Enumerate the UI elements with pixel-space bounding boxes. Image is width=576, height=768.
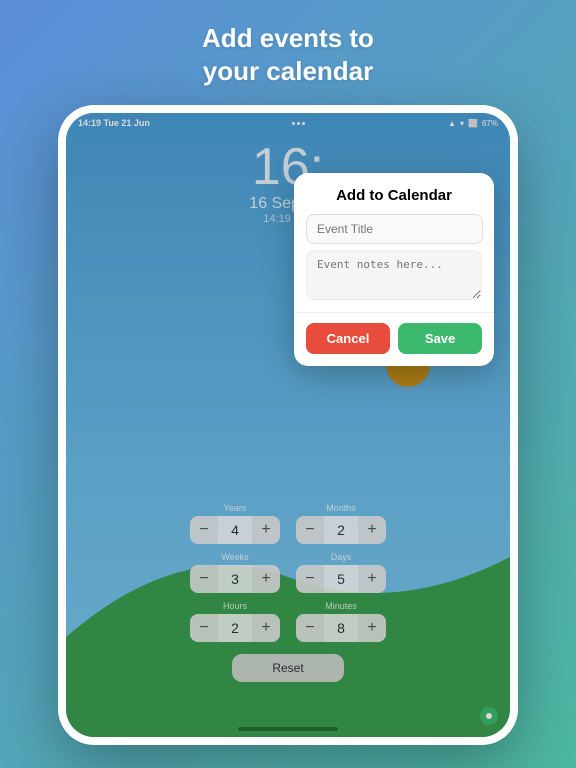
device-frame: 14:19 Tue 21 Jun ▲ ▾ ⬜ 67% 16: 16 Septem [58,105,518,745]
page-title: Add events to your calendar [202,22,374,87]
title-line1: Add events to [202,23,374,53]
save-button[interactable]: Save [398,323,482,354]
title-line2: your calendar [203,56,374,86]
cancel-button[interactable]: Cancel [306,323,390,354]
device-screen: 14:19 Tue 21 Jun ▲ ▾ ⬜ 67% 16: 16 Septem [66,113,510,737]
modal-buttons: Cancel Save [294,312,494,366]
modal-title: Add to Calendar [294,173,494,214]
event-notes-input[interactable] [306,250,482,300]
modal-overlay: Add to Calendar Cancel Save [66,113,510,737]
event-title-input[interactable] [306,214,483,244]
modal-dialog: Add to Calendar Cancel Save [294,173,494,366]
page-title-area: Add events to your calendar [162,0,414,105]
